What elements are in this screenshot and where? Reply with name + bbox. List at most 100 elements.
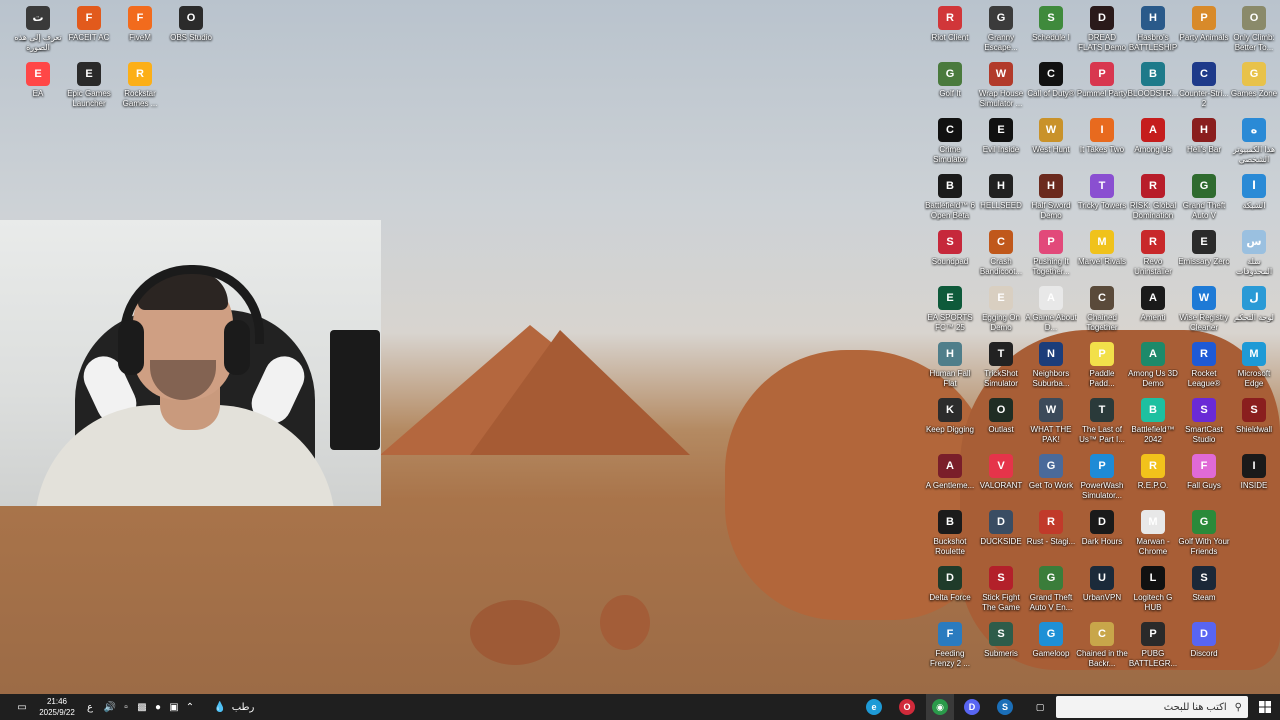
desktop-shortcut[interactable]: E Evil Inside [975,118,1027,155]
weather-label[interactable]: رطب [230,694,256,720]
desktop-shortcut[interactable]: C Crash Bandicoot... [975,230,1027,277]
desktop-shortcut[interactable]: W WHAT THE PAK! [1025,398,1077,445]
desktop-shortcut[interactable]: D Dark Hours [1076,510,1128,547]
desktop-shortcut[interactable]: S SmartCast Studio [1178,398,1230,445]
desktop-shortcut[interactable]: R R.E.P.O. [1127,454,1179,491]
desktop-shortcut[interactable]: A Amenti [1127,286,1179,323]
desktop-shortcut[interactable]: S Schedule I [1025,6,1077,43]
input-language[interactable]: ع [82,694,98,720]
desktop-shortcut[interactable]: S Submeris [975,622,1027,659]
weather-drop-icon[interactable]: 💧 [210,694,230,720]
desktop-shortcut[interactable]: D Discord [1178,622,1230,659]
desktop-shortcut[interactable]: M Microsoft Edge [1228,342,1280,389]
desktop-shortcut[interactable]: G Grand Theft Auto V [1178,174,1230,221]
taskbar-clock[interactable]: 21:46 2025/9/22 [36,696,78,718]
tray-app-icon[interactable]: ▣ [166,694,182,720]
desktop-shortcut[interactable]: G Golf It [924,62,976,99]
notification-icon[interactable]: ▭ [10,694,34,720]
desktop-shortcut[interactable]: H Hasbro's BATTLESHIP [1127,6,1179,53]
desktop-shortcut[interactable]: ت تعرف إلى هذه الصورة [12,6,64,53]
desktop-shortcut[interactable]: س سلة المحذوفات [1228,230,1280,277]
desktop-shortcut[interactable]: P PUBG BATTLEGR... [1127,622,1179,669]
desktop-shortcut[interactable]: R Rust - Stagi... [1025,510,1077,547]
network-tray-icon[interactable]: ▫ [118,694,134,720]
desktop-shortcut[interactable]: S Stick Fight The Game [975,566,1027,613]
task-view-icon[interactable]: ▢ [1026,694,1054,720]
desktop-shortcut[interactable]: C Counter-Stri... 2 [1178,62,1230,109]
desktop-shortcut[interactable]: U UrbanVPN [1076,566,1128,603]
desktop-shortcut[interactable]: W West Hunt [1025,118,1077,155]
desktop-shortcut[interactable]: C Chained Together [1076,286,1128,333]
desktop-shortcut[interactable]: S Steam [1178,566,1230,603]
taskbar-app-discord[interactable]: D [958,694,986,720]
desktop-shortcut[interactable]: D DUCKSIDE [975,510,1027,547]
desktop-shortcut[interactable]: A A Gentleme... [924,454,976,491]
desktop-shortcut[interactable]: W Wrap House Simulator ... [975,62,1027,109]
desktop-shortcut[interactable]: P Party Animals [1178,6,1230,43]
chevron-up-icon[interactable]: ⌃ [182,694,198,720]
taskbar-app-opera-gx[interactable]: O [893,694,921,720]
desktop-shortcut[interactable]: I INSIDE [1228,454,1280,491]
desktop-shortcut[interactable]: L Logitech G HUB [1127,566,1179,613]
desktop-shortcut[interactable]: P Pushing It Together... [1025,230,1077,277]
desktop-shortcut[interactable]: A A Game About D... [1025,286,1077,333]
desktop-shortcut[interactable]: ه هذا الكمبيوتر الشخصي [1228,118,1280,165]
desktop-shortcut[interactable]: F Fall Guys [1178,454,1230,491]
desktop-shortcut[interactable]: ا الشبكة [1228,174,1280,211]
desktop-shortcut[interactable]: G Grand Theft Auto V En... [1025,566,1077,613]
desktop-shortcut[interactable]: H HELLSEED [975,174,1027,211]
desktop-shortcut[interactable]: V VALORANT [975,454,1027,491]
microphone-icon[interactable]: ● [150,694,166,720]
desktop-shortcut[interactable]: P Pummel Party [1076,62,1128,99]
desktop-shortcut[interactable]: G Get To Work [1025,454,1077,491]
desktop-shortcut[interactable]: F Feeding Frenzy 2 ... [924,622,976,669]
desktop-shortcut[interactable]: N Neighbors Suburba... [1025,342,1077,389]
desktop-shortcut[interactable]: R Rocket League® [1178,342,1230,389]
taskbar-app-steam[interactable]: S [991,694,1019,720]
taskbar-app-chrome[interactable]: ◉ [926,694,954,720]
desktop-shortcut[interactable]: E EA [12,62,64,99]
desktop-shortcut[interactable]: G Gameloop [1025,622,1077,659]
desktop-shortcut[interactable]: H Hell's Bar [1178,118,1230,155]
desktop-shortcut[interactable]: A Among Us 3D Demo [1127,342,1179,389]
desktop-shortcut[interactable]: E Emissary Zero [1178,230,1230,267]
desktop-shortcut[interactable]: F FiveM [114,6,166,43]
desktop-shortcut[interactable]: O Outlast [975,398,1027,435]
taskbar-search-box[interactable]: اكتب هنا للبحث ⚲ [1056,696,1248,718]
desktop-shortcut[interactable]: B Buckshot Roulette [924,510,976,557]
desktop-shortcut[interactable]: P PowerWash Simulator... [1076,454,1128,501]
volume-icon[interactable]: 🔊 [102,694,118,720]
desktop-shortcut[interactable]: T Tricky Towers [1076,174,1128,211]
desktop-shortcut[interactable]: ل لوحة التحكم [1228,286,1280,323]
desktop-shortcut[interactable]: M Marvel Rivals [1076,230,1128,267]
desktop-shortcut[interactable]: G Games Zone [1228,62,1280,99]
desktop-shortcut[interactable]: B Battlefield™ 6 Open Beta [924,174,976,221]
desktop-shortcut[interactable]: S Soundpad [924,230,976,267]
desktop-shortcut[interactable]: H Human Fall Flat [924,342,976,389]
taskbar-app-edge[interactable]: e [860,694,888,720]
desktop-shortcut[interactable]: T TrickShot Simulator [975,342,1027,389]
desktop-shortcut[interactable]: C Crime Simulator [924,118,976,165]
desktop-shortcut[interactable]: R RISK: Global Domination [1127,174,1179,221]
desktop-shortcut[interactable]: H Half Sword Demo [1025,174,1077,221]
desktop-shortcut[interactable]: G Granny Escape... [975,6,1027,53]
desktop-shortcut[interactable]: I It Takes Two [1076,118,1128,155]
desktop-shortcut[interactable]: C Chained in the Backr... [1076,622,1128,669]
desktop-shortcut[interactable]: E Epic Games Launcher [63,62,115,109]
desktop-shortcut[interactable]: F FACEIT AC [63,6,115,43]
desktop-shortcut[interactable]: B Battlefield™ 2042 [1127,398,1179,445]
desktop-shortcut[interactable]: A Among Us [1127,118,1179,155]
desktop-shortcut[interactable]: R Riot Client [924,6,976,43]
desktop-shortcut[interactable]: P Paddle Padd... [1076,342,1128,389]
desktop-shortcut[interactable]: R Rockstar Games ... [114,62,166,109]
display-icon[interactable]: ▩ [134,694,150,720]
desktop-shortcut[interactable]: E EA SPORTS FC™ 25 [924,286,976,333]
desktop-shortcut[interactable]: K Keep Digging [924,398,976,435]
desktop-shortcut[interactable]: D Delta Force [924,566,976,603]
desktop-shortcut[interactable]: C Call of Duty® [1025,62,1077,99]
desktop-shortcut[interactable]: O OBS Studio [165,6,217,43]
desktop-shortcut[interactable]: R Revo Uninstaller [1127,230,1179,277]
desktop-shortcut[interactable]: B BLOODSTR... [1127,62,1179,99]
start-button[interactable] [1250,694,1280,720]
desktop-shortcut[interactable]: S Shieldwall [1228,398,1280,435]
